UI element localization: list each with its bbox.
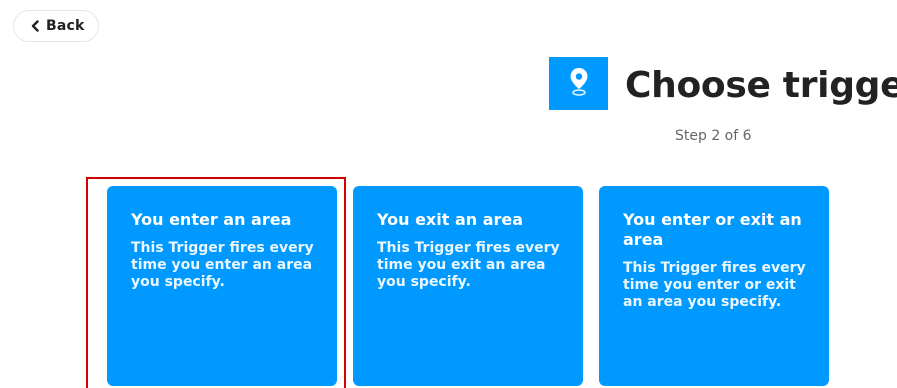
back-button-label: Back (46, 18, 85, 34)
trigger-card-title: You enter an area (131, 210, 292, 229)
back-button[interactable]: Back (13, 10, 99, 42)
trigger-card-title: You enter or exit an area (623, 210, 802, 249)
trigger-card-description: This Trigger fires every time you exit a… (377, 240, 560, 290)
step-indicator: Step 2 of 6 (675, 128, 752, 144)
location-service-tile (549, 57, 608, 110)
location-pin-icon (569, 67, 589, 101)
trigger-card-exit-area[interactable]: You exit an area This Trigger fires ever… (353, 186, 583, 386)
page-title: Choose trigger (625, 65, 897, 106)
trigger-card-description: This Trigger fires every time you enter … (623, 260, 806, 310)
trigger-card-title: You exit an area (377, 210, 524, 229)
trigger-card-enter-area[interactable]: You enter an area This Trigger fires eve… (107, 186, 337, 386)
trigger-card-enter-or-exit-area[interactable]: You enter or exit an area This Trigger f… (599, 186, 829, 386)
chevron-left-icon (30, 20, 40, 32)
trigger-card-description: This Trigger fires every time you enter … (131, 240, 314, 290)
